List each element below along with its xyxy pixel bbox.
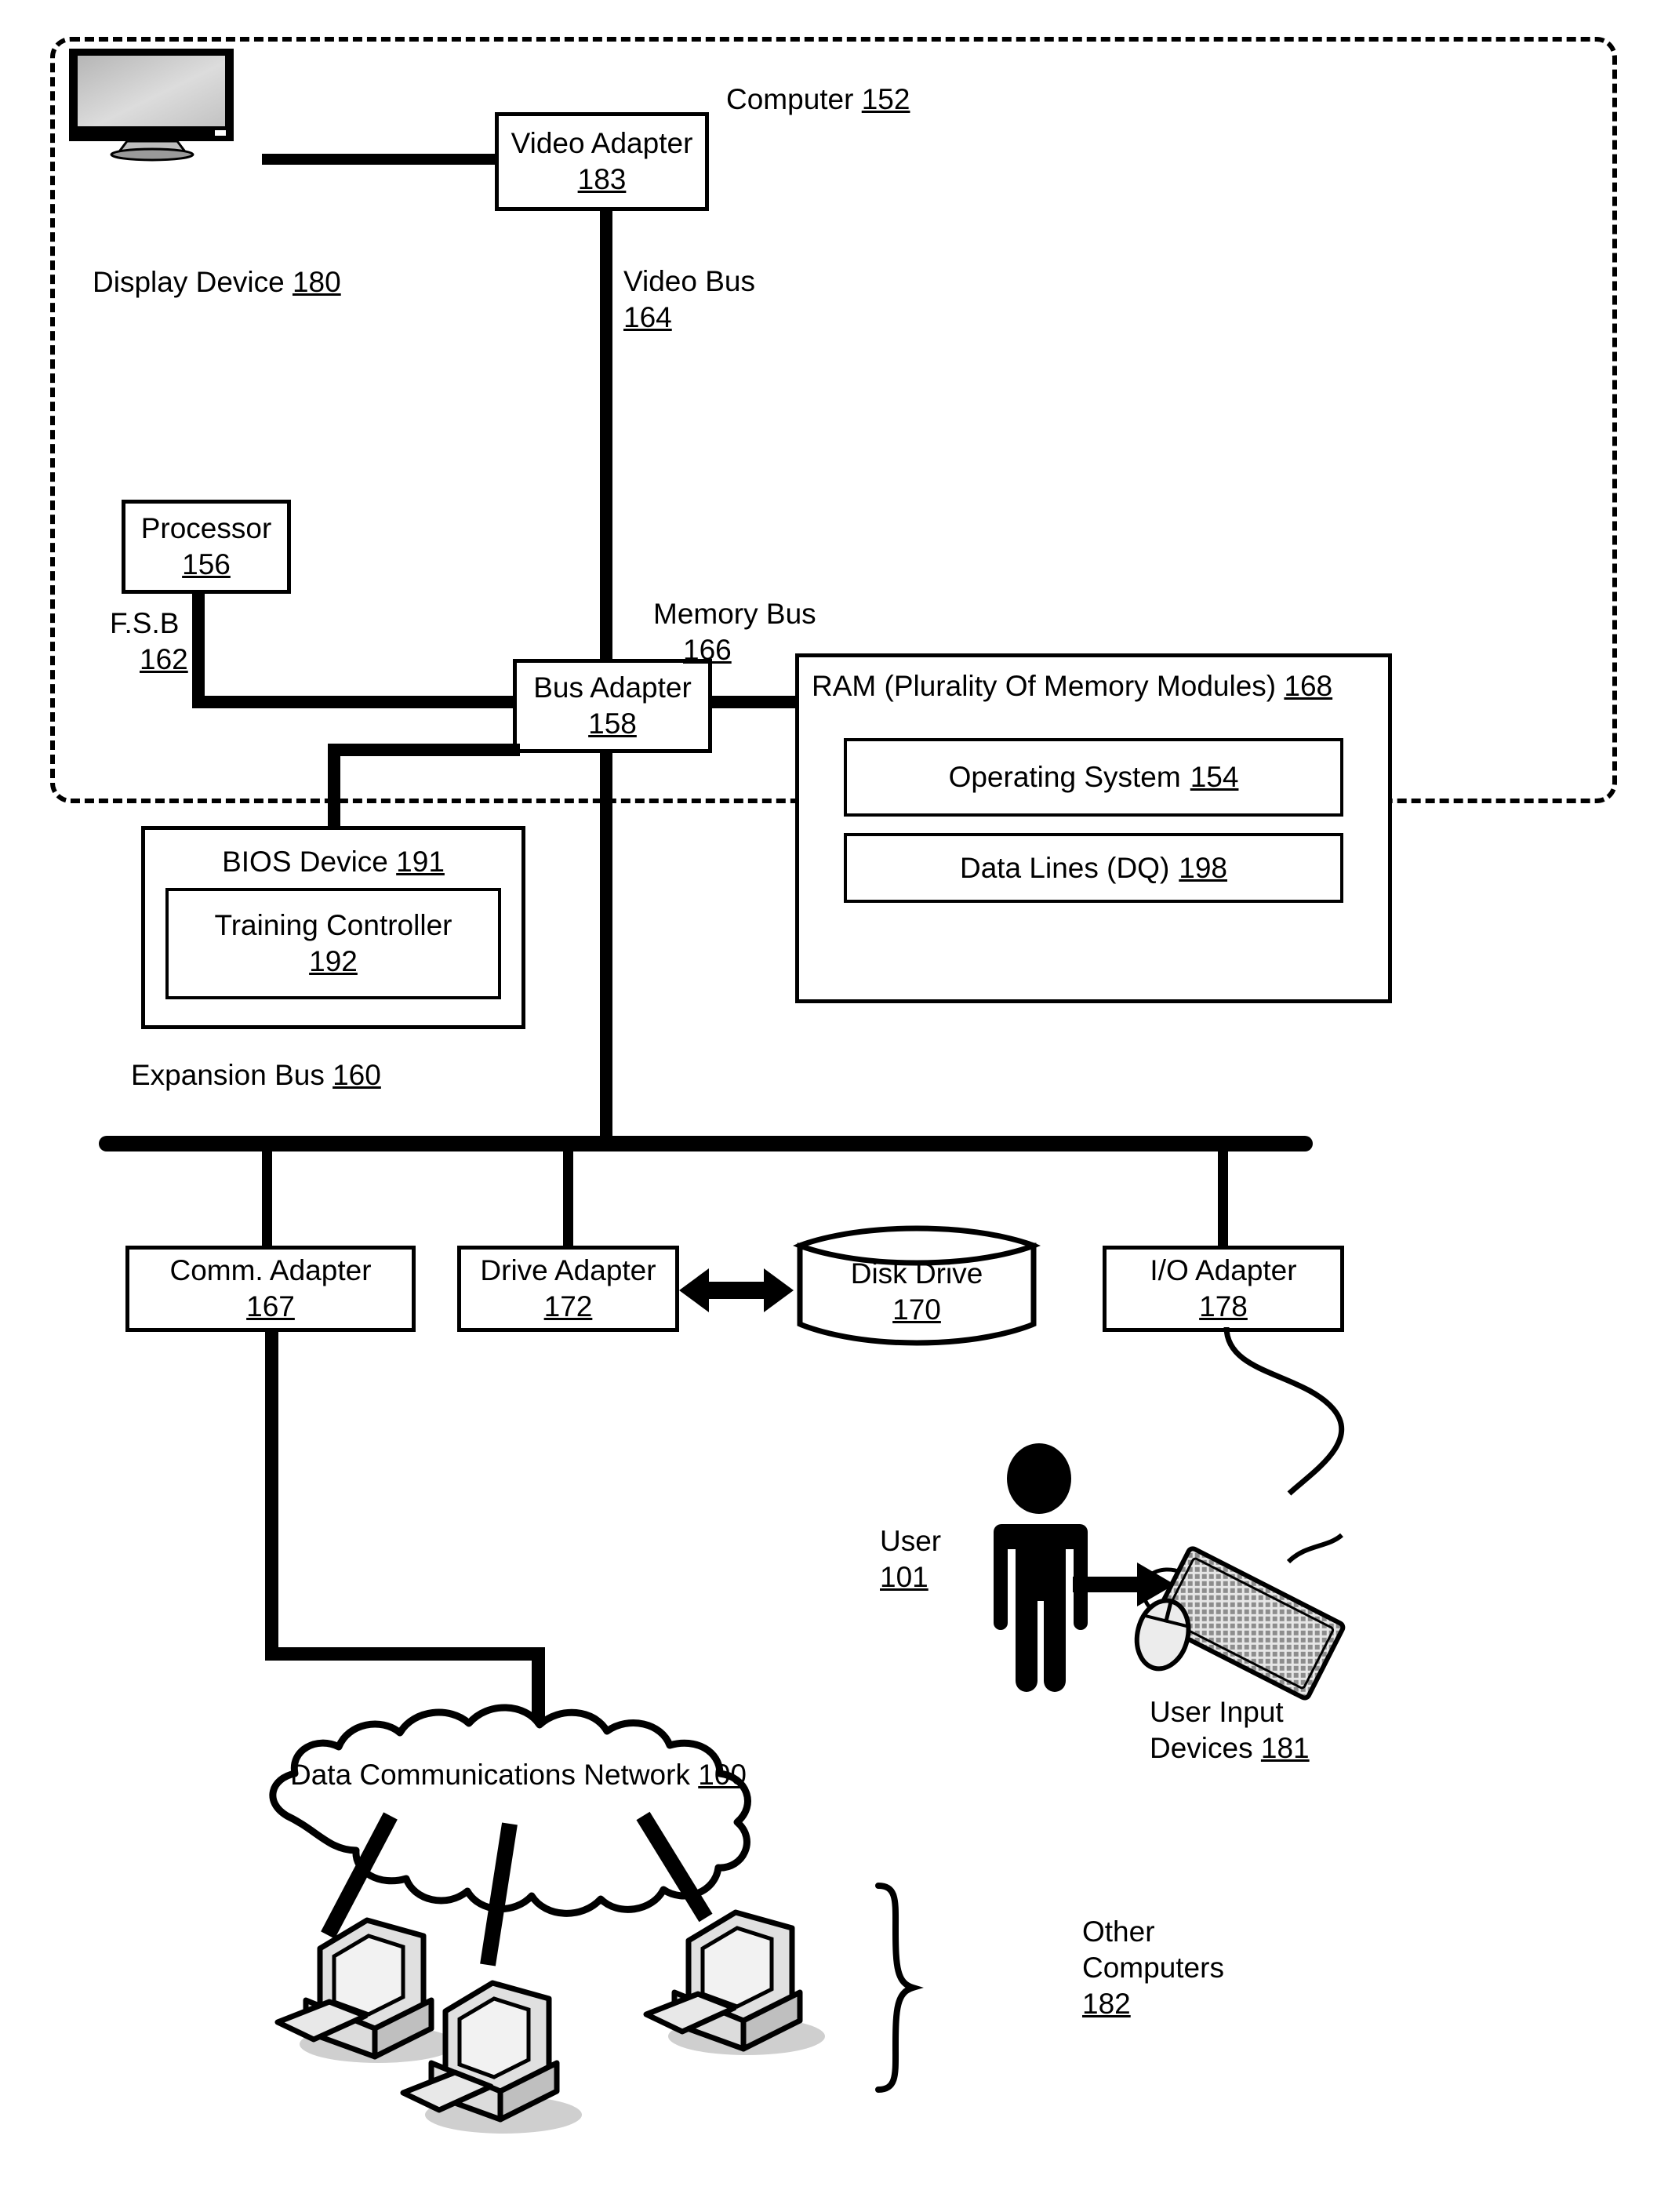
user-input-devices-line2: Devices [1150,1732,1253,1764]
io-adapter-label: I/O Adapter [1150,1254,1297,1286]
bus-adapter-label: Bus Adapter [533,671,692,704]
operating-system-ref: 154 [1190,761,1239,793]
other-computers-brace [869,1883,932,2094]
user-label-ref: 101 [880,1561,928,1593]
wire-bus-to-io-adapter [1218,1151,1228,1246]
user-input-devices-label: User Input Devices 181 [1150,1694,1401,1766]
computer-enclosure-label: Computer 152 [726,82,910,118]
comm-adapter-ref: 167 [246,1290,295,1322]
other-computers-ref: 182 [1082,1988,1131,2020]
training-controller-ref: 192 [309,945,358,977]
patent-figure-canvas: Computer 152 Display Device 180 Video Ad… [0,0,1668,2212]
computer-label-text: Computer [726,83,854,115]
operating-system-label: Operating System [948,761,1181,793]
ram-ref: 168 [1284,670,1333,702]
processor-label: Processor [140,512,272,544]
video-bus-label-ref: 164 [623,301,672,333]
bus-adapter-ref: 158 [588,708,637,740]
processor-ref: 156 [182,548,231,580]
network-label: Data Communications Network 100 [290,1757,747,1793]
other-computer-icon-2 [400,1953,596,2149]
video-adapter-box: Video Adapter 183 [495,112,709,211]
expansion-bus-label: Expansion Bus 160 [131,1057,381,1093]
wire-memory-bus [708,696,804,708]
disk-drive-label-group: Disk Drive 170 [794,1249,1040,1335]
ram-label: RAM (Plurality Of Memory Modules) [812,670,1277,702]
fsb-label-text: F.S.B [110,607,180,639]
expansion-bus-line [99,1136,1313,1151]
data-lines-label: Data Lines (DQ) [959,851,1170,884]
data-lines-ref: 198 [1179,851,1228,884]
video-adapter-label: Video Adapter [511,127,693,159]
user-label: User 101 [880,1523,941,1595]
other-computers-line1: Other [1082,1915,1155,1948]
display-device-label-ref: 180 [292,266,341,298]
wire-bus-to-comm-adapter [262,1151,272,1246]
comm-adapter-box: Comm. Adapter 167 [125,1246,416,1332]
memory-bus-label-ref: 166 [683,634,732,666]
other-computers-line2: Computers [1082,1952,1224,1984]
bios-device-title: BIOS Device 191 [222,844,445,880]
computer-label-ref: 152 [861,83,910,115]
network-label-text: Data Communications Network [290,1759,690,1791]
ram-box: RAM (Plurality Of Memory Modules) 168 Op… [795,653,1392,1003]
drive-adapter-label: Drive Adapter [480,1254,656,1286]
bios-device-ref: 191 [396,846,445,878]
display-device-icon [67,47,271,162]
fsb-label: F.S.B 162 [110,606,188,678]
bidirectional-arrow-icon [679,1259,794,1322]
expansion-bus-label-text: Expansion Bus [131,1059,325,1091]
wire-bus-adapter-to-bios-vertical [328,744,340,832]
network-label-ref: 100 [698,1759,747,1791]
display-device-label-text: Display Device [93,266,285,298]
video-bus-label: Video Bus 164 [623,264,755,336]
wire-comm-adapter-down [265,1332,278,1660]
user-input-devices-ref: 181 [1260,1732,1310,1764]
data-lines-box: Data Lines (DQ) 198 [844,833,1343,903]
io-adapter-cable [1208,1326,1412,1523]
wire-display-to-video-adapter [262,154,497,165]
memory-bus-label-text: Memory Bus [653,598,816,630]
memory-bus-label: Memory Bus 166 [653,596,816,668]
bus-adapter-box: Bus Adapter 158 [513,659,712,753]
bios-device-box: BIOS Device 191 Training Controller 192 [141,826,525,1029]
video-adapter-ref: 183 [577,163,627,195]
drive-adapter-ref: 172 [543,1290,593,1322]
operating-system-box: Operating System 154 [844,738,1343,817]
other-computer-icon-3 [643,1883,839,2063]
comm-adapter-label: Comm. Adapter [169,1254,372,1286]
user-input-devices-line1: User Input [1150,1696,1284,1728]
fsb-label-ref: 162 [140,643,188,675]
drive-adapter-box: Drive Adapter 172 [457,1246,679,1332]
wire-fsb-vertical [192,592,205,708]
expansion-bus-label-ref: 160 [333,1059,381,1091]
bios-device-label: BIOS Device [222,846,388,878]
training-controller-box: Training Controller 192 [165,888,501,999]
processor-box: Processor 156 [122,500,291,594]
io-adapter-box: I/O Adapter 178 [1103,1246,1344,1332]
video-bus-label-text: Video Bus [623,265,755,297]
disk-drive-label: Disk Drive [850,1257,983,1290]
wire-bus-to-drive-adapter [563,1151,573,1246]
other-computers-label: Other Computers 182 [1082,1914,1224,2022]
wire-bus-adapter-to-bios-horizontal [328,744,520,756]
training-controller-label: Training Controller [214,909,452,941]
ram-title: RAM (Plurality Of Memory Modules) 168 [812,668,1332,704]
wire-comm-adapter-right [265,1647,545,1661]
disk-drive-ref: 170 [892,1293,941,1326]
wire-fsb-horizontal [192,696,518,708]
user-input-devices-icon [1117,1533,1361,1714]
display-device-label: Display Device 180 [93,264,341,300]
user-label-text: User [880,1525,942,1557]
io-adapter-ref: 178 [1199,1290,1248,1322]
